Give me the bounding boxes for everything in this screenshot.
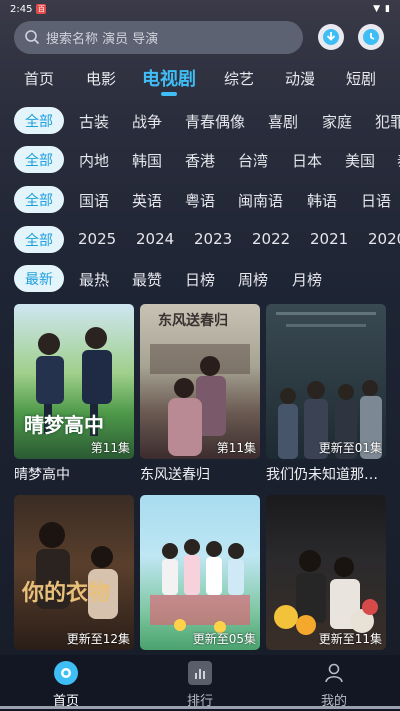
tab-short[interactable]: 短剧 [346,68,376,89]
show-card[interactable]: 东风送春归 第11集 东风送春归 [140,304,260,484]
tab-tv[interactable]: 电视剧 [142,65,196,91]
filter-option[interactable]: 粤语 [185,190,215,211]
bottom-nav-ranking[interactable]: 排行 [170,661,230,709]
history-icon [363,29,379,45]
filter-option[interactable]: 战争 [132,111,162,132]
filter-option[interactable]: 美国 [345,150,375,171]
poster-image[interactable]: 更新至11集 [266,495,386,650]
poster-title-art: 你的衣物 [22,581,111,606]
bottom-nav-home[interactable]: 首页 [36,661,96,709]
episode-badge: 更新至11集 [318,632,382,646]
filter-option[interactable]: 日语 [361,190,391,211]
filter-chip-selected[interactable]: 最新 [14,265,64,292]
home-icon [54,661,78,685]
filter-option[interactable]: 最赞 [132,269,162,290]
poster-image[interactable]: 你的衣物 更新至12集 [14,495,134,650]
search-icon [25,30,40,45]
show-card[interactable]: 晴梦高中 第11集 晴梦高中 [14,304,134,484]
tab-anime[interactable]: 动漫 [285,68,315,89]
poster-image[interactable]: 东风送春归 第11集 [140,304,260,459]
filter-option[interactable]: 国语 [79,190,109,211]
battery-icon: ▮ [385,4,390,14]
poster-image[interactable]: 晴梦高中 第11集 [14,304,134,459]
filter-row-genre: 全部 古装 战争 青春偶像 喜剧 家庭 犯罪 [0,105,400,135]
show-card[interactable]: 更新至11集 [266,495,386,655]
filter-option[interactable]: 韩国 [132,150,162,171]
poster-illustration [150,539,250,633]
episode-badge: 更新至01集 [318,441,382,455]
filter-chip-selected[interactable]: 全部 [14,186,64,213]
active-tab-indicator [161,92,177,96]
filter-option[interactable]: 2023 [194,230,232,248]
poster-illustration [274,550,378,635]
status-time: 2:45 [10,3,33,15]
home-indicator-bar [0,706,400,709]
tab-variety[interactable]: 综艺 [224,68,254,89]
wifi-icon: ▼ [373,4,381,14]
filter-option[interactable]: 犯罪 [375,111,400,132]
filter-option[interactable]: 日本 [292,150,322,171]
filter-option[interactable]: 周榜 [238,269,268,290]
search-placeholder: 搜索名称 演员 导演 [46,31,159,47]
ranking-icon [188,661,212,685]
filter-option[interactable]: 英语 [132,190,162,211]
show-card[interactable]: 更新至05集 [140,495,260,655]
poster-image[interactable]: 更新至05集 [140,495,260,650]
search-input[interactable]: 搜索名称 演员 导演 [14,20,303,54]
filter-option[interactable]: 2021 [310,230,348,248]
filter-row-year: 全部 2025 2024 2023 2022 2021 2020 [0,224,400,254]
filter-option[interactable]: 台湾 [238,150,268,171]
tab-movie[interactable]: 电影 [86,68,116,89]
episode-badge: 第11集 [216,441,256,455]
poster-title-art: 晴梦高中 [24,413,104,437]
filter-option[interactable]: 韩语 [307,190,337,211]
bottom-nav-profile[interactable]: 我的 [304,661,364,709]
download-icon [323,29,339,45]
filter-chip-selected[interactable]: 全部 [14,226,64,253]
top-tabs: 首页 电影 电视剧 综艺 动漫 短剧 [0,62,400,96]
filter-option[interactable]: 青春偶像 [185,111,245,132]
filter-option[interactable]: 2025 [78,230,116,248]
filter-option[interactable]: 喜剧 [268,111,298,132]
filter-option[interactable]: 香港 [185,150,215,171]
episode-badge: 更新至05集 [192,632,256,646]
filter-row-language: 全部 国语 英语 粤语 闽南语 韩语 日语 [0,184,400,214]
filter-option[interactable]: 2020 [368,230,400,248]
poster-title-art: 东风送春归 [158,313,228,329]
filter-row-region: 全部 内地 韩国 香港 台湾 日本 美国 泰 [0,144,400,174]
status-bar: 2:45 百 ▼ ▮ [0,0,400,18]
filter-option[interactable]: 月榜 [292,269,322,290]
poster-illustration [276,312,382,459]
show-title: 晴梦高中 [14,467,70,483]
history-button[interactable] [358,24,384,50]
tab-home[interactable]: 首页 [24,68,54,89]
episode-badge: 第11集 [90,441,130,455]
profile-icon [322,661,346,685]
filter-row-sort: 最新 最热 最赞 日榜 周榜 月榜 [0,263,400,293]
bottom-nav: 首页 排行 我的 [0,655,400,711]
filter-option[interactable]: 家庭 [322,111,352,132]
episode-badge: 更新至12集 [66,632,130,646]
poster-illustration [36,522,118,619]
show-card[interactable]: 你的衣物 更新至12集 [14,495,134,655]
filter-option[interactable]: 2022 [252,230,290,248]
download-button[interactable] [318,24,344,50]
filter-option[interactable]: 古装 [79,111,109,132]
show-title: 我们仍未知道那… [266,467,378,483]
filter-option[interactable]: 2024 [136,230,174,248]
show-title: 东风送春归 [140,467,210,483]
filter-option[interactable]: 内地 [79,150,109,171]
filter-option[interactable]: 最热 [79,269,109,290]
filter-chip-selected[interactable]: 全部 [14,146,64,173]
filter-chip-selected[interactable]: 全部 [14,107,64,134]
poster-image[interactable]: 更新至01集 [266,304,386,459]
filter-option[interactable]: 闽南语 [238,190,283,211]
filter-option[interactable]: 日榜 [185,269,215,290]
search-row: 搜索名称 演员 导演 [14,20,386,54]
show-card[interactable]: 更新至01集 我们仍未知道那… [266,304,386,484]
notification-icon: 百 [36,4,47,14]
